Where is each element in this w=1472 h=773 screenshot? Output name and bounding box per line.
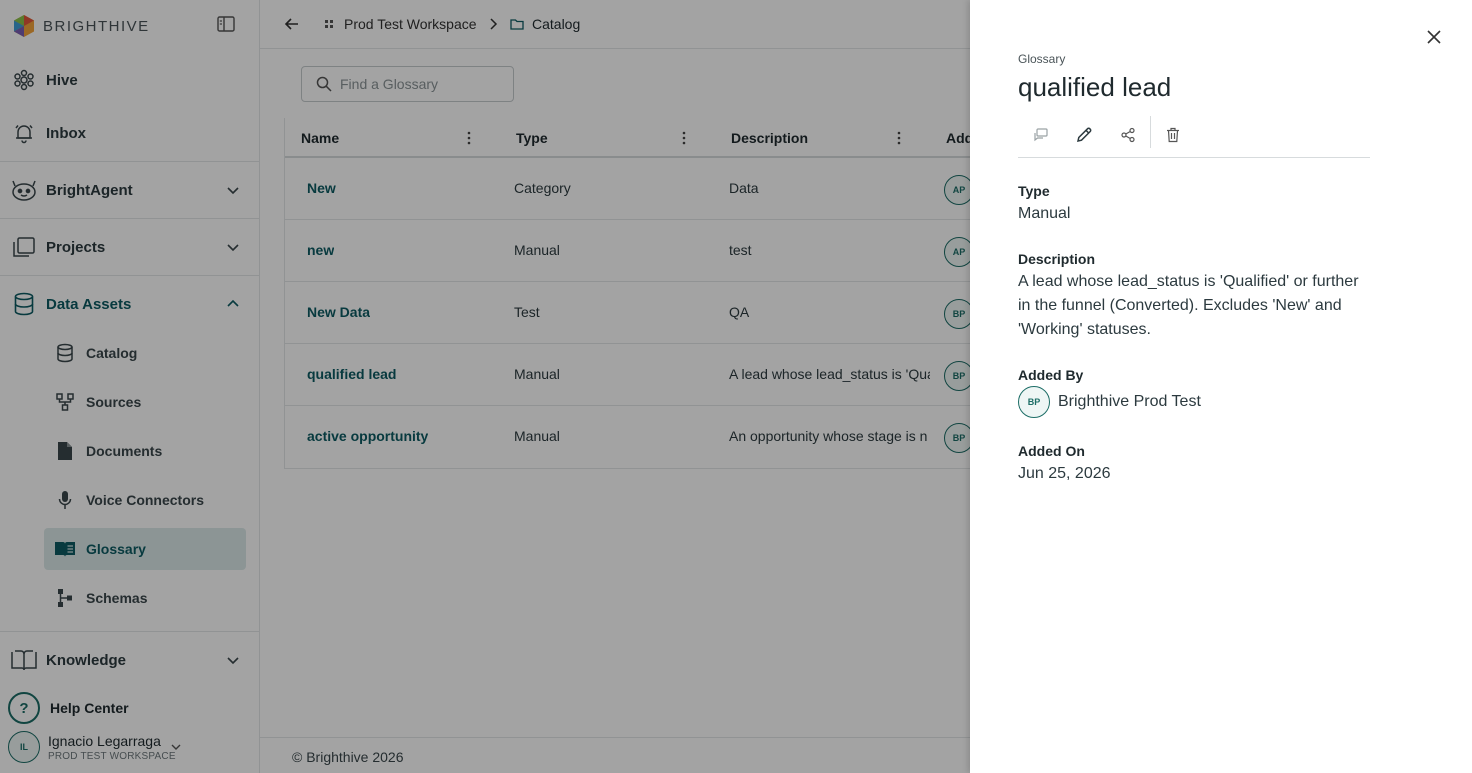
drawer-kicker: Glossary <box>1018 52 1066 66</box>
description-label: Description <box>1018 251 1096 267</box>
type-value: Manual <box>1018 205 1071 222</box>
added-on-value: Jun 25, 2026 <box>1018 465 1111 482</box>
delete-button[interactable] <box>1160 122 1186 148</box>
added-by: BP Brighthive Prod Test <box>1018 386 1201 418</box>
edit-button[interactable] <box>1071 122 1097 148</box>
divider <box>1150 116 1151 148</box>
description-value: A lead whose lead_status is 'Qualified' … <box>1018 273 1359 338</box>
pencil-icon <box>1077 127 1092 142</box>
added-on-label: Added On <box>1018 443 1085 459</box>
comment-icon <box>1034 128 1048 142</box>
avatar: BP <box>1018 386 1050 418</box>
drawer-title: qualified lead <box>1018 72 1172 102</box>
added-by-label: Added By <box>1018 367 1084 383</box>
share-button[interactable] <box>1115 122 1141 148</box>
share-icon <box>1121 127 1135 143</box>
added-by-name: Brighthive Prod Test <box>1058 393 1201 410</box>
glossary-detail-drawer: Glossary qualified lead Type Manual Desc… <box>970 0 1472 773</box>
close-icon[interactable] <box>1426 29 1442 45</box>
trash-icon <box>1167 127 1179 143</box>
type-label: Type <box>1018 183 1050 199</box>
modal-backdrop[interactable] <box>0 0 970 773</box>
comment-button[interactable] <box>1028 122 1054 148</box>
drawer-actions <box>1018 114 1370 158</box>
